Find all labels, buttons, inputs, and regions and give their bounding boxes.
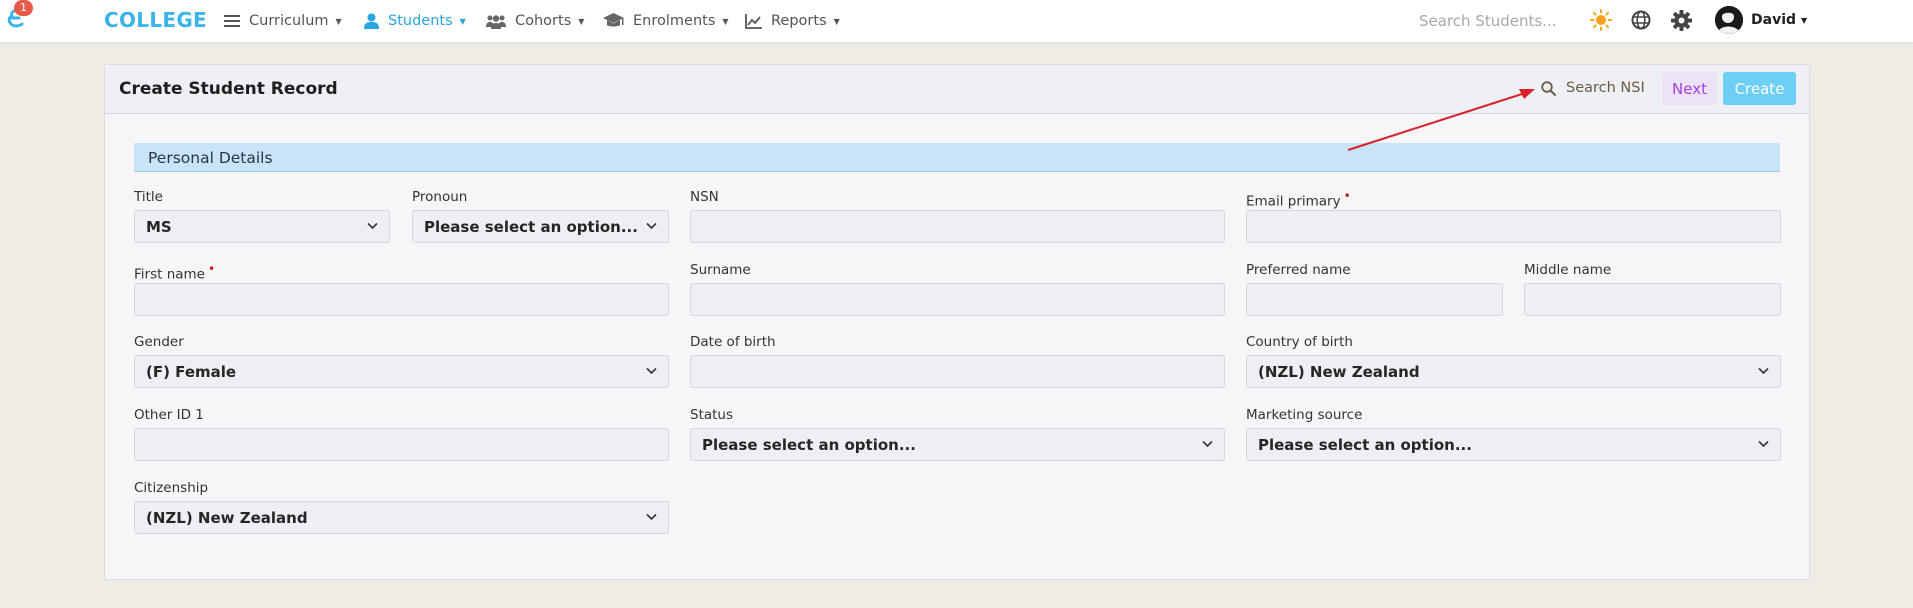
citizenship-select-value: (NZL) New Zealand (146, 508, 308, 527)
other-id-1-input[interactable] (134, 428, 669, 461)
date-of-birth-input[interactable] (690, 355, 1225, 388)
marketing-source-select[interactable]: Please select an option... (1246, 428, 1781, 461)
section-title: Personal Details (148, 149, 273, 167)
surname-label: Surname (690, 262, 751, 278)
email-primary-input[interactable] (1246, 210, 1781, 243)
search-nsi-button[interactable]: Search NSI (1541, 73, 1645, 103)
user-icon (364, 13, 379, 29)
search-icon (1541, 80, 1556, 96)
citizenship-label: Citizenship (134, 480, 209, 496)
title-label: Title (134, 189, 163, 205)
nav-item-label: Students (388, 13, 453, 29)
graduation-cap-icon (603, 13, 624, 27)
status-select[interactable]: Please select an option... (690, 428, 1225, 461)
nav-item-curriculum[interactable]: Curriculum ▼ (224, 10, 342, 32)
caret-down-icon: ▼ (833, 16, 840, 26)
preferred-name-label: Preferred name (1246, 262, 1351, 278)
country-of-birth-select-value: (NZL) New Zealand (1258, 362, 1420, 381)
nav-item-label: Enrolments (633, 13, 716, 29)
user-name: David (1751, 12, 1797, 28)
status-label: Status (690, 407, 734, 423)
chevron-down-icon (646, 222, 657, 230)
country-of-birth-label: Country of birth (1246, 334, 1353, 350)
email-primary-label: Email primary • (1246, 189, 1351, 210)
status-select-value: Please select an option... (702, 435, 916, 454)
marketing-source-label: Marketing source (1246, 407, 1363, 423)
pronoun-select-value: Please select an option... (424, 217, 638, 236)
nav-item-enrolments[interactable]: Enrolments ▼ (603, 10, 729, 32)
first-name-label-text: First name (134, 266, 205, 283)
gender-label: Gender (134, 334, 184, 350)
gender-select[interactable]: (F) Female (134, 355, 669, 388)
nav-item-students[interactable]: Students ▼ (364, 10, 466, 32)
nav-item-cohorts[interactable]: Cohorts ▼ (486, 10, 584, 32)
chevron-down-icon (646, 367, 657, 375)
gender-select-value: (F) Female (146, 362, 237, 381)
page-title: Create Student Record (119, 79, 338, 99)
caret-down-icon: ▼ (335, 16, 342, 26)
required-marker: • (1343, 189, 1351, 203)
sun-icon[interactable] (1590, 9, 1612, 31)
other-id-1-label: Other ID 1 (134, 407, 204, 423)
marketing-source-select-value: Please select an option... (1258, 435, 1472, 454)
menu-list-icon (224, 15, 240, 27)
nav-item-label: Cohorts (515, 13, 572, 29)
caret-down-icon: ▼ (1801, 15, 1808, 25)
chevron-down-icon (1758, 440, 1769, 448)
citizenship-select[interactable]: (NZL) New Zealand (134, 501, 669, 534)
nav-item-label: Curriculum (249, 13, 329, 29)
middle-name-label: Middle name (1524, 262, 1612, 278)
nsn-input[interactable] (690, 210, 1225, 243)
country-of-birth-select[interactable]: (NZL) New Zealand (1246, 355, 1781, 388)
avatar[interactable] (1715, 6, 1743, 34)
personal-details-section-header: Personal Details (134, 143, 1780, 172)
first-name-input[interactable] (134, 283, 669, 316)
chevron-down-icon (646, 513, 657, 521)
search-input[interactable] (1409, 7, 1569, 35)
chevron-down-icon (367, 222, 378, 230)
first-name-label: First name • (134, 262, 215, 283)
middle-name-input[interactable] (1524, 283, 1781, 316)
title-select-value: MS (146, 217, 172, 236)
line-chart-icon (745, 13, 762, 29)
card-header: Create Student Record Search NSI Next Cr… (105, 65, 1809, 114)
nav-item-reports[interactable]: Reports ▼ (745, 10, 840, 32)
brand-name[interactable]: COLLEGE (104, 8, 207, 32)
gear-icon[interactable] (1670, 9, 1692, 31)
nav-item-label: Reports (771, 13, 827, 29)
pronoun-select[interactable]: Please select an option... (412, 210, 669, 243)
surname-input[interactable] (690, 283, 1225, 316)
notification-badge[interactable]: 1 (14, 0, 33, 16)
date-of-birth-label: Date of birth (690, 334, 776, 350)
next-button[interactable]: Next (1662, 72, 1717, 105)
caret-down-icon: ▼ (459, 16, 466, 26)
globe-icon[interactable] (1630, 9, 1652, 31)
user-menu[interactable]: David ▼ (1751, 12, 1807, 28)
caret-down-icon: ▼ (578, 16, 585, 26)
chevron-down-icon (1758, 367, 1769, 375)
caret-down-icon: ▼ (722, 16, 729, 26)
nsn-label: NSN (690, 189, 719, 205)
create-button[interactable]: Create (1723, 72, 1796, 105)
pronoun-label: Pronoun (412, 189, 468, 205)
required-marker: • (208, 262, 216, 276)
top-navbar: 1 COLLEGE Curriculum ▼ Students ▼ Cohort… (0, 0, 1913, 42)
chevron-down-icon (1202, 440, 1213, 448)
email-primary-label-text: Email primary (1246, 193, 1341, 210)
create-student-card: Create Student Record Search NSI Next Cr… (104, 64, 1810, 580)
search-nsi-label: Search NSI (1566, 80, 1645, 96)
preferred-name-input[interactable] (1246, 283, 1503, 316)
title-select[interactable]: MS (134, 210, 390, 243)
users-group-icon (486, 14, 506, 29)
